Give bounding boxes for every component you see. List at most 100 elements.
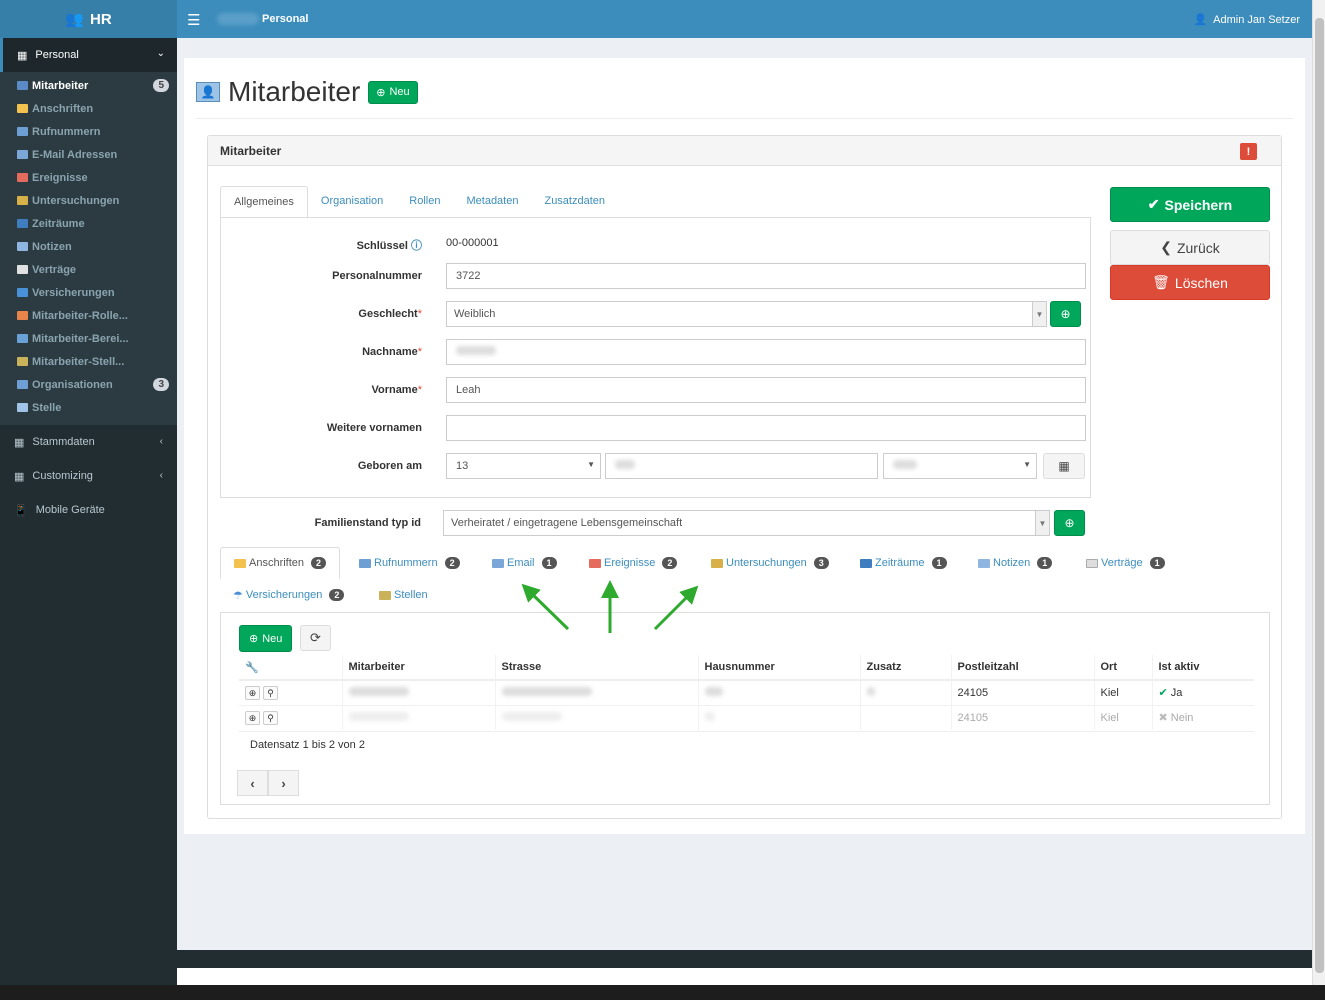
sidebar-section-personal[interactable]: ▦ Personal ⌄ [0,38,177,72]
subtab-versicherungen[interactable]: ☂ Versicherungen 2 [220,579,357,611]
breadcrumb[interactable]: Personal [262,13,308,25]
sidebar-item-stammdaten[interactable]: ▦ Stammdaten ‹ [0,425,177,459]
add-familienstand-button[interactable]: ⊕ [1054,510,1085,536]
subtab-label: Untersuchungen [726,557,807,569]
sidebar-item-rufnummern[interactable]: Rufnummern [0,120,177,143]
new-employee-button[interactable]: ⊕ Neu [368,80,418,104]
back-button[interactable]: ❮ Zurück [1110,230,1270,265]
column-header[interactable]: Hausnummer [697,655,860,681]
column-header[interactable]: Ort [1093,655,1152,681]
alert-icon[interactable]: ! [1240,143,1257,160]
subtab-notizen[interactable]: Notizen 1 [965,547,1065,579]
menu-item-icon [17,288,28,297]
row-actions: ⊕ ⚲ [239,704,342,730]
birth-day-select[interactable]: 13 ▼ [446,453,601,479]
subtab-label: Ereignisse [604,557,656,569]
tab-metadaten[interactable]: Metadaten [453,186,531,218]
column-header[interactable]: Mitarbeiter [341,655,495,681]
save-button[interactable]: ✔ Speichern [1110,187,1270,222]
count-badge: 2 [662,557,678,569]
vorname-row: Vorname* Leah [221,377,1090,403]
subtab-stellen[interactable]: Stellen [366,579,441,611]
subtab-untersuchungen[interactable]: Untersuchungen 3 [698,547,842,579]
sidebar-item-stelle[interactable]: Stelle [0,396,177,419]
column-header[interactable]: Strasse [494,655,698,681]
new-address-button[interactable]: ⊕ Neu [239,625,293,652]
birth-month-select[interactable] [605,453,878,479]
employee-panel: Mitarbeiter ! Allgemeines Organisation R… [207,135,1282,819]
subtab-label: Stellen [394,589,428,601]
column-header[interactable]: Zusatz [859,655,951,681]
tab-allgemeines[interactable]: Allgemeines [220,186,308,218]
panel-header: Mitarbeiter ! [208,136,1281,166]
familienstand-select[interactable]: Verheiratet / eingetragene Lebensgemeins… [443,510,1050,536]
zoom-in-icon[interactable]: ⊕ [245,685,260,700]
prev-page-button[interactable]: ‹ [237,770,268,796]
nachname-input[interactable] [446,339,1086,365]
dropdown-arrow-icon[interactable]: ▼ [1035,511,1049,535]
subtab-zeitraeume[interactable]: Zeiträume 1 [847,547,960,579]
sidebar-item-anschriften[interactable]: Anschriften [0,97,177,120]
app-logo[interactable]: 👥 HR [0,0,177,38]
search-icon[interactable]: ⚲ [263,710,279,725]
sidebar-item-verträge[interactable]: Verträge [0,258,177,281]
sidebar-item-label: Mitarbeiter-Berei... [32,332,129,345]
grid-icon: ▦ [14,436,25,449]
subtab-label: Email [507,557,535,569]
menu-item-icon [17,403,28,412]
subtab-label: Rufnummern [374,557,438,569]
nachname-label: Nachname* [362,346,422,358]
sidebar-item-versicherungen[interactable]: Versicherungen [0,281,177,304]
subtab-vertraege[interactable]: Verträge 1 [1073,547,1178,579]
sidebar-item-mitarbeiter-rolle[interactable]: Mitarbeiter-Rolle... [0,304,177,327]
sidebar-item-e-mail-adressen[interactable]: E-Mail Adressen [0,143,177,166]
table-row[interactable]: ⊕ ⚲ 24105 Kiel ✔ Ja [239,679,1254,705]
sidebar-item-label: Untersuchungen [32,194,120,207]
sidebar-item-mobile[interactable]: 📱 Mobile Geräte [0,493,177,527]
tab-zusatzdaten[interactable]: Zusatzdaten [531,186,618,218]
table-row[interactable]: ⊕ ⚲ 24105 Kiel ✖ Nein [239,704,1254,730]
column-header[interactable]: Postleitzahl [950,655,1094,681]
column-header[interactable]: Ist aktiv [1151,655,1254,681]
tab-rollen[interactable]: Rollen [396,186,453,218]
tab-organisation[interactable]: Organisation [308,186,396,218]
menu-toggle-icon[interactable]: ☰ [187,11,200,29]
sidebar-item-untersuchungen[interactable]: Untersuchungen [0,189,177,212]
next-page-button[interactable]: › [268,770,299,796]
sidebar-item-mitarbeiter[interactable]: Mitarbeiter 5 [0,74,177,97]
sidebar-item-label: Versicherungen [32,286,115,299]
refresh-button[interactable]: ⟳ [300,625,331,651]
scrollbar-thumb[interactable] [1315,18,1324,973]
sidebar-item-ereignisse[interactable]: Ereignisse [0,166,177,189]
sidebar-item-mitarbeiter-stell[interactable]: Mitarbeiter-Stell... [0,350,177,373]
delete-button[interactable]: 🗑 Löschen [1110,265,1270,300]
zoom-in-icon[interactable]: ⊕ [245,710,260,725]
subtab-ereignisse[interactable]: Ereignisse 2 [576,547,690,579]
sidebar-item-mitarbeiter-berei[interactable]: Mitarbeiter-Berei... [0,327,177,350]
geboren-row: Geboren am 13 ▼ ▼ ▦ [221,453,1090,479]
sidebar-item-label: Stelle [32,401,62,414]
subtab-anschriften[interactable]: Anschriften 2 [220,547,341,579]
add-geschlecht-button[interactable]: ⊕ [1050,301,1081,327]
sidebar-item-zeiträume[interactable]: Zeiträume [0,212,177,235]
menu-item-icon [17,380,28,389]
search-icon[interactable]: ⚲ [263,685,279,700]
weitere-vornamen-input[interactable] [446,415,1086,441]
personalnummer-input[interactable]: 3722 [446,263,1086,289]
menu-item-icon [17,196,28,205]
subtab-rufnummern[interactable]: Rufnummern 2 [346,547,473,579]
sidebar-item-label: E-Mail Adressen [32,148,118,161]
user-menu[interactable]: 👤 Admin Jan Setzer [1193,13,1300,27]
birth-year-select[interactable]: ▼ [883,453,1037,479]
menu-item-icon [17,311,28,320]
sidebar-item-organisationen[interactable]: Organisationen 3 [0,373,177,396]
sidebar-item-notizen[interactable]: Notizen [0,235,177,258]
scrollbar[interactable] [1312,0,1325,1000]
dropdown-arrow-icon[interactable]: ▼ [1032,302,1046,326]
vorname-input[interactable]: Leah [446,377,1086,403]
geschlecht-select[interactable]: Weiblich ▼ [446,301,1047,327]
sidebar-item-customizing[interactable]: ▦ Customizing ‹ [0,459,177,493]
calendar-button[interactable]: ▦ [1043,453,1085,479]
subtab-email[interactable]: Email 1 [479,547,570,579]
info-icon[interactable]: ⓘ [411,240,422,252]
